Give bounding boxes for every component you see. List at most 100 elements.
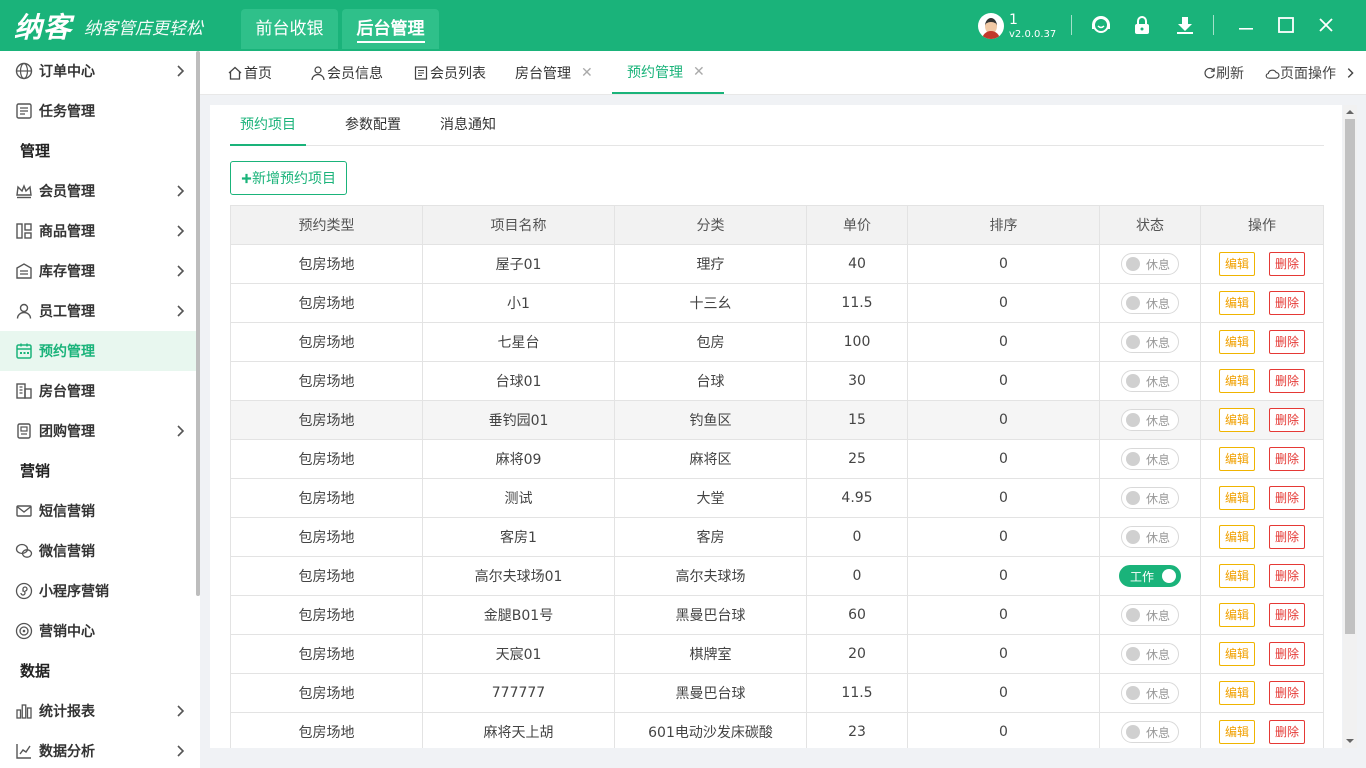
edit-button[interactable]: 编辑 (1219, 564, 1255, 588)
status-toggle[interactable]: 休息 (1121, 682, 1179, 704)
cell-category: 台球 (614, 361, 807, 401)
sidebar-item-group-buy[interactable]: 团购管理 (0, 411, 196, 451)
tabs-scroll-right[interactable] (1343, 51, 1357, 95)
scroll-up-icon[interactable] (1346, 108, 1354, 116)
status-toggle[interactable]: 休息 (1121, 370, 1179, 392)
edit-button[interactable]: 编辑 (1219, 525, 1255, 549)
edit-button[interactable]: 编辑 (1219, 330, 1255, 354)
edit-button[interactable]: 编辑 (1219, 291, 1255, 315)
delete-button[interactable]: 删除 (1269, 291, 1305, 315)
customer-service-icon[interactable] (1090, 14, 1112, 36)
edit-button[interactable]: 编辑 (1219, 252, 1255, 276)
status-toggle[interactable]: 休息 (1121, 721, 1179, 743)
cell-actions: 编辑 删除 (1200, 673, 1324, 713)
delete-button[interactable]: 删除 (1269, 564, 1305, 588)
close-tab-icon[interactable]: ✕ (581, 65, 593, 81)
edit-button[interactable]: 编辑 (1219, 369, 1255, 393)
table-row[interactable]: 包房场地 金腿B01号 黑曼巴台球 60 0 休息 编辑 删除 (230, 595, 1324, 635)
top-tab-admin[interactable]: 后台管理 (342, 9, 439, 49)
maximize-icon[interactable] (1275, 14, 1297, 36)
scroll-down-icon[interactable] (1346, 737, 1354, 745)
delete-button[interactable]: 删除 (1269, 642, 1305, 666)
subtab-settings[interactable]: 参数配置 (345, 105, 401, 146)
status-toggle[interactable]: 休息 (1121, 292, 1179, 314)
subtab-notifications[interactable]: 消息通知 (440, 105, 496, 146)
status-toggle[interactable]: 工作 (1119, 565, 1181, 587)
toggle-knob (1126, 686, 1140, 700)
status-toggle[interactable]: 休息 (1121, 526, 1179, 548)
tab-reservation-management[interactable]: 预约管理 ✕ (612, 51, 724, 94)
sidebar-item-sms[interactable]: 短信营销 (0, 491, 196, 531)
sidebar-scrollbar[interactable] (196, 51, 200, 596)
refresh-button[interactable]: 刷新 (1203, 51, 1244, 95)
tab-member-info[interactable]: 会员信息 (310, 51, 383, 94)
status-toggle[interactable]: 休息 (1121, 487, 1179, 509)
delete-button[interactable]: 删除 (1269, 408, 1305, 432)
status-toggle[interactable]: 休息 (1121, 643, 1179, 665)
table-row[interactable]: 包房场地 测试 大堂 4.95 0 休息 编辑 删除 (230, 478, 1324, 518)
page-operations-button[interactable]: 页面操作 (1265, 51, 1336, 95)
tab-member-list[interactable]: 会员列表 (413, 51, 486, 94)
edit-button[interactable]: 编辑 (1219, 447, 1255, 471)
table-row[interactable]: 包房场地 高尔夫球场01 高尔夫球场 0 0 工作 编辑 删除 (230, 556, 1324, 596)
table-row[interactable]: 包房场地 777777 黑曼巴台球 11.5 0 休息 编辑 删除 (230, 673, 1324, 713)
delete-button[interactable]: 删除 (1269, 486, 1305, 510)
download-icon[interactable] (1174, 14, 1196, 36)
sidebar-item-members[interactable]: 会员管理 (0, 171, 196, 211)
table-row[interactable]: 包房场地 屋子01 理疗 40 0 休息 编辑 删除 (230, 244, 1324, 284)
table-row[interactable]: 包房场地 麻将09 麻将区 25 0 休息 编辑 删除 (230, 439, 1324, 479)
table-row[interactable]: 包房场地 小1 十三幺 11.5 0 休息 编辑 删除 (230, 283, 1324, 323)
sidebar-item-analytics[interactable]: 数据分析 (0, 731, 196, 768)
sidebar-item-staff[interactable]: 员工管理 (0, 291, 196, 331)
edit-button[interactable]: 编辑 (1219, 486, 1255, 510)
lock-icon[interactable] (1131, 14, 1153, 36)
edit-button[interactable]: 编辑 (1219, 408, 1255, 432)
content-scrollbar[interactable] (1343, 105, 1357, 748)
delete-button[interactable]: 删除 (1269, 447, 1305, 471)
table-row[interactable]: 包房场地 客房1 客房 0 0 休息 编辑 删除 (230, 517, 1324, 557)
delete-button[interactable]: 删除 (1269, 525, 1305, 549)
status-toggle[interactable]: 休息 (1121, 448, 1179, 470)
scrollbar-thumb[interactable] (1345, 119, 1355, 634)
minimize-icon[interactable] (1235, 14, 1257, 36)
sidebar-item-wechat[interactable]: 微信营销 (0, 531, 196, 571)
sidebar-item-reports[interactable]: 统计报表 (0, 691, 196, 731)
chevron-right-icon (177, 185, 185, 197)
edit-button[interactable]: 编辑 (1219, 603, 1255, 627)
delete-button[interactable]: 删除 (1269, 681, 1305, 705)
user-profile[interactable]: 1 v2.0.0.37 (978, 12, 1056, 40)
top-tab-cashier[interactable]: 前台收银 (241, 9, 338, 49)
close-tab-icon[interactable]: ✕ (693, 64, 705, 80)
subtab-reservation-items[interactable]: 预约项目 (230, 105, 306, 146)
table-row[interactable]: 包房场地 七星台 包房 100 0 休息 编辑 删除 (230, 322, 1324, 362)
delete-button[interactable]: 删除 (1269, 252, 1305, 276)
tab-room-management[interactable]: 房台管理 ✕ (515, 51, 593, 94)
sidebar-item-tasks[interactable]: 任务管理 (0, 91, 196, 131)
sidebar-item-miniprogram[interactable]: 小程序营销 (0, 571, 196, 611)
sidebar-item-orders[interactable]: 订单中心 (0, 51, 196, 91)
close-icon[interactable] (1315, 14, 1337, 36)
delete-button[interactable]: 删除 (1269, 369, 1305, 393)
sidebar-item-reservations[interactable]: 预约管理 (0, 331, 196, 371)
status-toggle[interactable]: 休息 (1121, 604, 1179, 626)
tab-home[interactable]: 首页 (227, 51, 272, 94)
sidebar-item-marketing-center[interactable]: 营销中心 (0, 611, 196, 651)
edit-button[interactable]: 编辑 (1219, 642, 1255, 666)
sidebar-item-rooms[interactable]: 房台管理 (0, 371, 196, 411)
edit-button[interactable]: 编辑 (1219, 720, 1255, 744)
delete-button[interactable]: 删除 (1269, 603, 1305, 627)
sidebar-item-products[interactable]: 商品管理 (0, 211, 196, 251)
table-row[interactable]: 包房场地 台球01 台球 30 0 休息 编辑 删除 (230, 361, 1324, 401)
delete-button[interactable]: 删除 (1269, 720, 1305, 744)
sidebar-item-inventory[interactable]: 库存管理 (0, 251, 196, 291)
edit-button[interactable]: 编辑 (1219, 681, 1255, 705)
table-row[interactable]: 包房场地 垂钓园01 钓鱼区 15 0 休息 编辑 删除 (230, 400, 1324, 440)
cell-name: 七星台 (422, 322, 615, 362)
status-toggle[interactable]: 休息 (1121, 253, 1179, 275)
status-toggle[interactable]: 休息 (1121, 331, 1179, 353)
add-reservation-item-button[interactable]: 新增预约项目 (230, 161, 347, 195)
status-toggle[interactable]: 休息 (1121, 409, 1179, 431)
delete-button[interactable]: 删除 (1269, 330, 1305, 354)
table-row[interactable]: 包房场地 天宸01 棋牌室 20 0 休息 编辑 删除 (230, 634, 1324, 674)
table-row[interactable]: 包房场地 麻将天上胡 601电动沙发床碳酸 23 0 休息 编辑 删除 (230, 712, 1324, 748)
